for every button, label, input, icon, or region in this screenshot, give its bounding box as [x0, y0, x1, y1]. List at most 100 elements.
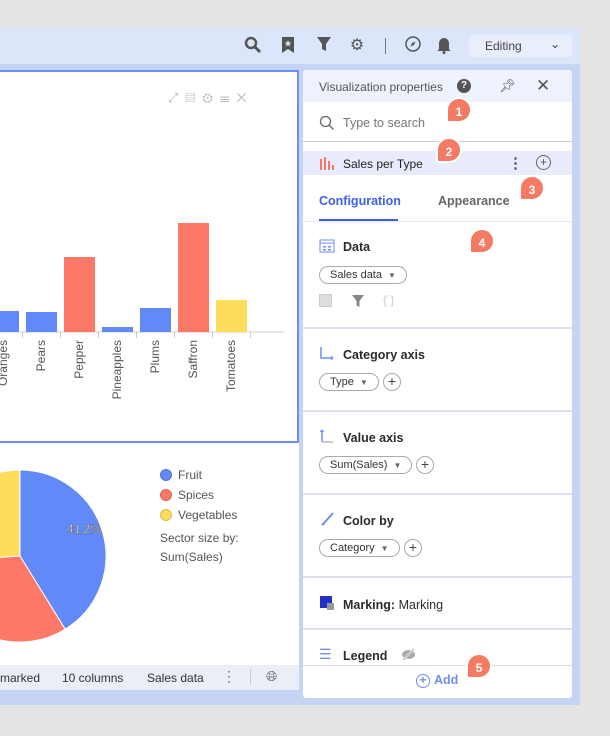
marking-value: Marking: [398, 598, 444, 612]
bar-chart-visualization[interactable]: ⤢▤⚙☰✕ Oranges Pears Pepper Pineapples Plums S…: [0, 70, 299, 443]
section-marking[interactable]: Marking: Marking: [303, 576, 572, 628]
spices-swatch: [160, 489, 172, 501]
section-title: Value axis: [343, 431, 404, 445]
bar-pepper[interactable]: [64, 257, 95, 332]
section-title: Color by: [343, 514, 394, 528]
pill-value: Sales data: [330, 269, 382, 281]
color-by-select[interactable]: Category ▼: [319, 539, 400, 557]
bar-oranges[interactable]: [0, 311, 19, 332]
section-title: Category axis: [343, 348, 425, 362]
caret-down-icon: ▼: [393, 461, 402, 470]
category-axis-select[interactable]: Type ▼: [319, 373, 379, 391]
compass-icon[interactable]: [403, 36, 423, 56]
filter-icon[interactable]: [351, 294, 365, 308]
search-placeholder: Type to search: [343, 116, 425, 130]
bell-icon[interactable]: [434, 36, 454, 56]
section-title: Data: [343, 240, 371, 254]
bookmark-icon[interactable]: [278, 36, 298, 56]
legend-label: Spices: [178, 488, 215, 502]
marked-count: marked: [0, 671, 41, 685]
bar-pineapples[interactable]: [102, 327, 133, 332]
pie-chart-visualization[interactable]: 41.2%8% Fruit Spices Vegetables Sector s…: [0, 443, 299, 690]
add-color-button[interactable]: +: [404, 539, 422, 557]
bar-saffron[interactable]: [178, 223, 209, 332]
bar-plums[interactable]: [140, 308, 171, 332]
filter-icon[interactable]: [314, 36, 334, 56]
bar-tomatoes[interactable]: [216, 300, 247, 332]
add-icon[interactable]: +: [536, 155, 551, 170]
bar-pears[interactable]: [26, 312, 57, 332]
add-button[interactable]: + Add: [416, 673, 458, 688]
list-icon: ☰: [319, 646, 332, 662]
tab-appearance[interactable]: Appearance: [438, 194, 510, 208]
marking-key: Marking:: [343, 598, 396, 612]
gear-icon[interactable]: ⚙: [347, 36, 367, 56]
x-tick-label: Pineapples: [109, 340, 124, 400]
pill-value: Category: [330, 542, 375, 554]
x-tick-label: Pears: [33, 340, 48, 372]
data-table-icon: [319, 239, 335, 253]
caret-down-icon: ▼: [359, 378, 368, 387]
globe-icon[interactable]: 🌐︎: [266, 668, 277, 685]
x-tick-label: Plums: [147, 340, 162, 374]
callout-badge-3: 3: [519, 175, 545, 201]
marking-icon: [320, 596, 334, 610]
callout-badge-5: 5: [466, 653, 492, 679]
section-color-by: Color by Category ▼ +: [303, 493, 572, 576]
add-icon: +: [416, 674, 430, 688]
more-icon[interactable]: ⋮: [508, 154, 523, 172]
sector-size-label: Sector size by:: [160, 531, 239, 545]
help-icon[interactable]: ?: [457, 79, 471, 93]
callout-badge-2: 2: [436, 137, 462, 163]
search-field[interactable]: Type to search: [303, 102, 572, 142]
data-limit-icon[interactable]: [319, 294, 332, 307]
section-title: Legend: [343, 649, 388, 663]
pill-value: Sum(Sales): [330, 459, 388, 471]
x-tick-label: Oranges: [0, 340, 10, 387]
pie-data-label: 41.2%: [67, 522, 101, 536]
x-tick-label: Tomatoes: [223, 340, 238, 393]
add-bar: + Add: [303, 665, 572, 698]
divider: [385, 38, 386, 54]
pie-chart: 41.2%8%: [0, 469, 107, 643]
callout-badge-1: 1: [446, 97, 472, 123]
caret-down-icon: ▼: [380, 544, 389, 553]
close-icon[interactable]: ✕: [536, 76, 550, 96]
columns-count: 10 columns: [62, 671, 124, 685]
category-axis-icon: [320, 347, 334, 361]
panel-header: Visualization properties ? 📌︎ ✕: [303, 70, 572, 102]
sector-size-value[interactable]: Sum(Sales): [160, 550, 223, 564]
pill-value: Type: [330, 376, 354, 388]
legend-item-spices[interactable]: Spices: [160, 488, 214, 502]
legend-label: Vegetables: [178, 508, 238, 522]
more-icon[interactable]: ⋮: [222, 668, 236, 685]
panel-title: Visualization properties: [319, 80, 443, 94]
brush-icon: [321, 512, 334, 526]
divider: [250, 669, 251, 685]
legend-item-fruit[interactable]: Fruit: [160, 468, 202, 482]
pie-slice-vegetables[interactable]: [0, 469, 21, 561]
visualization-properties-panel: Visualization properties ? 📌︎ ✕ Type to …: [303, 70, 572, 698]
search-icon[interactable]: [243, 36, 263, 56]
pin-icon[interactable]: 📌︎: [499, 78, 516, 94]
expression-icon[interactable]: { }: [383, 293, 394, 307]
section-data: Data Sales data ▼ { }: [303, 221, 572, 327]
value-axis-icon: [319, 429, 333, 443]
section-legend[interactable]: ☰ Legend: [303, 628, 572, 668]
caret-down-icon: ▼: [387, 271, 396, 280]
data-table-name[interactable]: Sales data: [147, 671, 204, 685]
fruit-swatch: [160, 469, 172, 481]
data-table-select[interactable]: Sales data ▼: [319, 266, 407, 284]
hidden-eye-icon[interactable]: [401, 648, 416, 661]
tab-configuration[interactable]: Configuration: [319, 194, 401, 208]
add-value-button[interactable]: +: [416, 456, 434, 474]
add-category-button[interactable]: +: [383, 373, 401, 391]
bar-chart-icon: [320, 157, 334, 170]
bar-chart: [0, 223, 284, 338]
legend-item-vegetables[interactable]: Vegetables: [160, 508, 237, 522]
value-axis-select[interactable]: Sum(Sales) ▼: [319, 456, 413, 474]
chevron-down-icon: ⌄: [549, 37, 560, 51]
x-tick-label: Pepper: [71, 340, 86, 379]
search-icon: [319, 115, 334, 130]
mode-select[interactable]: Editing ⌄: [469, 35, 572, 57]
